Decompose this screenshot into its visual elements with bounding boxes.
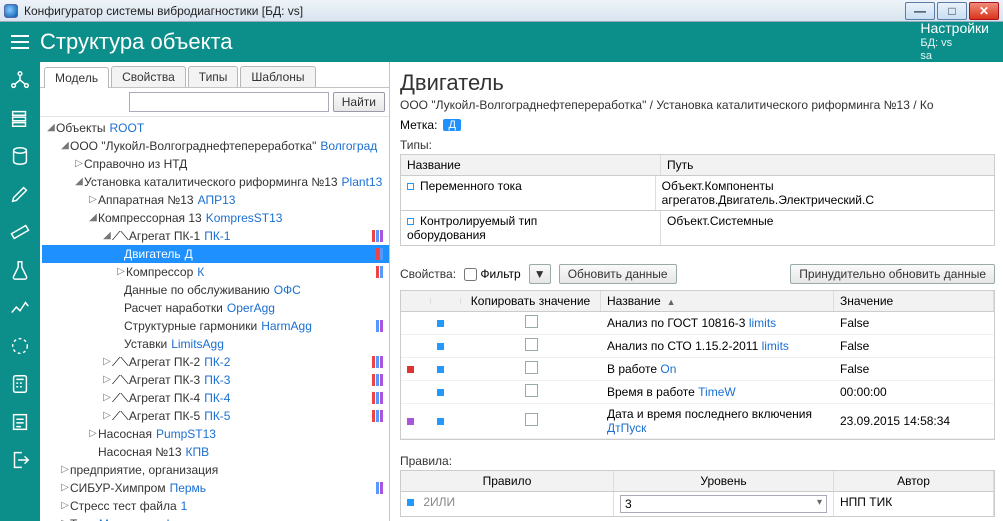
force-refresh-button[interactable]: Принудительно обновить данные: [790, 264, 995, 284]
tree-item[interactable]: ▷НасоснаяPumpST13: [42, 425, 389, 443]
col-name[interactable]: Название▲: [601, 291, 834, 311]
tree-item[interactable]: Насосная №13КПВ: [42, 443, 389, 461]
types-label: Типы:: [400, 138, 995, 152]
chart-icon[interactable]: [6, 294, 34, 322]
tab-templates[interactable]: Шаблоны: [240, 66, 315, 87]
properties-label: Свойства:: [400, 267, 456, 281]
col-value[interactable]: Значение: [834, 291, 994, 311]
breadcrumb: ООО "Лукойл-Волгограднефтепереработка" /…: [400, 98, 995, 112]
calc-icon[interactable]: [6, 370, 34, 398]
tree-item[interactable]: ◢⟋⟍ Агрегат ПК-1ПК-1: [42, 227, 389, 245]
th-path: Путь: [661, 155, 994, 175]
tree-item[interactable]: ▷Стресс тест файла1: [42, 497, 389, 515]
app-icon: [4, 4, 18, 18]
left-tabs: Модель Свойства Типы Шаблоны: [40, 62, 389, 88]
tab-types[interactable]: Типы: [188, 66, 239, 87]
app-header: Структура объекта Настройки БД: vs sa: [0, 22, 1003, 62]
property-row[interactable]: Время в работе TimeW00:00:00: [401, 381, 994, 404]
tab-properties[interactable]: Свойства: [111, 66, 186, 87]
flask-icon[interactable]: [6, 256, 34, 284]
tree-item[interactable]: ▷предприятие, организация: [42, 461, 389, 479]
property-row[interactable]: Анализ по ГОСТ 10816-3 limitsFalse: [401, 312, 994, 335]
object-title: Двигатель: [400, 70, 995, 96]
type-row[interactable]: Контролируемый тип оборудования Объект.С…: [400, 211, 995, 246]
filter-icon-button[interactable]: ▼: [529, 264, 551, 284]
col-author[interactable]: Автор: [834, 471, 994, 491]
edit-icon[interactable]: [6, 180, 34, 208]
left-panel: Модель Свойства Типы Шаблоны Найти ◢Объе…: [40, 62, 390, 521]
search-input[interactable]: [129, 92, 329, 112]
properties-table: Копировать значение Название▲ Значение А…: [400, 290, 995, 440]
menu-button[interactable]: [0, 22, 40, 62]
books-icon[interactable]: [6, 104, 34, 132]
filter-checkbox[interactable]: Фильтр: [464, 267, 521, 281]
structure-icon[interactable]: [6, 66, 34, 94]
property-row[interactable]: Анализ по СТО 1.15.2-2011 limitsFalse: [401, 335, 994, 358]
mark-badge: Д: [443, 119, 460, 131]
th-name: Название: [401, 155, 661, 175]
db-label: БД: vs: [920, 37, 989, 50]
tree-item[interactable]: ◢Компрессорная 13KompresST13: [42, 209, 389, 227]
property-row[interactable]: Дата и время последнего включения ДтПуск…: [401, 404, 994, 439]
types-header: Название Путь: [400, 154, 995, 176]
ruler-icon[interactable]: [6, 218, 34, 246]
close-button[interactable]: ✕: [969, 2, 999, 20]
report-icon[interactable]: [6, 408, 34, 436]
tree-item[interactable]: Структурные гармоникиHarmAgg: [42, 317, 389, 335]
user-label: sa: [920, 50, 989, 63]
tree-item[interactable]: УставкиLimitsAgg: [42, 335, 389, 353]
tree-root[interactable]: ◢ОбъектыROOT: [42, 119, 389, 137]
maximize-button[interactable]: □: [937, 2, 967, 20]
nav-rail: [0, 62, 40, 521]
page-title: Структура объекта: [40, 29, 906, 55]
col-rule[interactable]: Правило: [401, 471, 614, 491]
object-tree[interactable]: ◢ОбъектыROOT ◢ООО "Лукойл-Волгограднефте…: [40, 117, 389, 521]
tree-item[interactable]: ▷ТестМетка теста!: [42, 515, 389, 521]
level-select[interactable]: 3: [620, 495, 827, 513]
settings-block[interactable]: Настройки БД: vs sa: [906, 20, 1003, 63]
rules-label: Правила:: [400, 454, 995, 468]
tree-item[interactable]: ▷Справочно из НТД: [42, 155, 389, 173]
tree-item[interactable]: ▷⟋⟍ Агрегат ПК-5ПК-5: [42, 407, 389, 425]
tree-item[interactable]: ▷Аппаратная №13АПР13: [42, 191, 389, 209]
type-row[interactable]: Переменного тока Объект.Компоненты агрег…: [400, 176, 995, 211]
tree-item[interactable]: ◢Установка каталитического риформинга №1…: [42, 173, 389, 191]
titlebar: Конфигуратор системы вибродиагностики [Б…: [0, 0, 1003, 22]
settings-label: Настройки: [920, 20, 989, 37]
refresh-button[interactable]: Обновить данные: [559, 264, 677, 284]
tab-model[interactable]: Модель: [44, 67, 109, 88]
col-copy[interactable]: Копировать значение: [461, 291, 601, 311]
tree-item[interactable]: ▷СИБУР-ХимпромПермь: [42, 479, 389, 497]
find-button[interactable]: Найти: [333, 92, 385, 112]
cycle-icon[interactable]: [6, 332, 34, 360]
tree-item[interactable]: ◢ООО "Лукойл-Волгограднефтепереработка"В…: [42, 137, 389, 155]
rule-row[interactable]: 2ИЛИ 3 НПП ТИК: [401, 492, 994, 516]
exit-icon[interactable]: [6, 446, 34, 474]
minimize-button[interactable]: —: [905, 2, 935, 20]
col-level[interactable]: Уровень: [614, 471, 834, 491]
right-panel: Двигатель ООО "Лукойл-Волгограднефтепере…: [390, 62, 1003, 521]
mark-label: Метка:: [400, 118, 437, 132]
tree-item[interactable]: ▷⟋⟍ Агрегат ПК-2ПК-2: [42, 353, 389, 371]
tree-item[interactable]: Расчет наработкиOperAgg: [42, 299, 389, 317]
tree-item[interactable]: ▷⟋⟍ Агрегат ПК-4ПК-4: [42, 389, 389, 407]
tree-item[interactable]: ▷КомпрессорК: [42, 263, 389, 281]
database-icon[interactable]: [6, 142, 34, 170]
property-row[interactable]: В работе OnFalse: [401, 358, 994, 381]
window-title: Конфигуратор системы вибродиагностики [Б…: [24, 4, 905, 18]
rules-table: Правило Уровень Автор 2ИЛИ 3 НПП ТИК: [400, 470, 995, 517]
tree-item[interactable]: ▷⟋⟍ Агрегат ПК-3ПК-3: [42, 371, 389, 389]
properties-toolbar: Свойства: Фильтр ▼ Обновить данные Прину…: [400, 264, 995, 284]
tree-item[interactable]: Данные по обслуживаниюОФС: [42, 281, 389, 299]
tree-item-selected[interactable]: ДвигательД: [42, 245, 389, 263]
